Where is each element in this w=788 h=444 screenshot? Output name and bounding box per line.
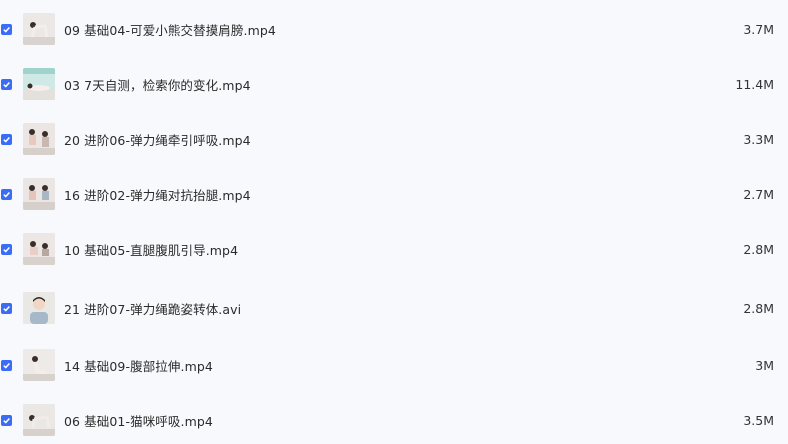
exercise-thumbnail-icon	[23, 68, 55, 100]
checkmark-icon	[3, 246, 10, 253]
file-row[interactable]: 03 7天自测，检索你的变化.mp4 11.4M	[0, 64, 788, 104]
checkmark-icon	[3, 26, 10, 33]
file-name: 03 7天自测，检索你的变化.mp4	[64, 77, 251, 93]
exercise-thumbnail-icon	[23, 404, 55, 436]
file-row[interactable]: 21 进阶07-弹力绳跪姿转体.avi 2.8M	[0, 288, 788, 328]
exercise-thumbnail-icon	[23, 349, 55, 381]
file-row[interactable]: 14 基础09-腹部拉伸.mp4 3M	[0, 345, 788, 385]
checkmark-icon	[3, 136, 10, 143]
file-row[interactable]: 10 基础05-直腿腹肌引导.mp4 2.8M	[0, 229, 788, 269]
exercise-thumbnail-icon	[23, 178, 55, 210]
file-row[interactable]: 06 基础01-猫咪呼吸.mp4 3.5M	[0, 400, 788, 440]
video-thumbnail[interactable]	[23, 233, 55, 265]
file-list: 09 基础04-可爱小熊交替摸肩膀.mp4 3.7M 03 7天自测，检索你的变…	[0, 0, 788, 444]
file-size: 2.8M	[743, 241, 774, 257]
exercise-thumbnail-icon	[23, 123, 55, 155]
video-thumbnail[interactable]	[23, 13, 55, 45]
file-size: 2.7M	[743, 186, 774, 202]
checkbox[interactable]	[1, 188, 12, 200]
file-name: 20 进阶06-弹力绳牵引呼吸.mp4	[64, 132, 251, 148]
file-size: 3.5M	[743, 412, 774, 428]
file-size: 11.4M	[735, 76, 774, 92]
checkbox[interactable]	[1, 414, 12, 426]
checkmark-icon	[3, 191, 10, 198]
checkbox[interactable]	[1, 243, 12, 255]
checkmark-icon	[3, 81, 10, 88]
checkbox[interactable]	[1, 133, 12, 145]
checkmark-icon	[3, 417, 10, 424]
file-name: 09 基础04-可爱小熊交替摸肩膀.mp4	[64, 22, 276, 38]
file-name: 14 基础09-腹部拉伸.mp4	[64, 358, 213, 374]
exercise-thumbnail-icon	[23, 13, 55, 45]
exercise-thumbnail-icon	[23, 233, 55, 265]
file-name: 06 基础01-猫咪呼吸.mp4	[64, 413, 213, 429]
file-size: 3M	[755, 357, 774, 373]
file-name: 16 进阶02-弹力绳对抗抬腿.mp4	[64, 187, 251, 203]
video-thumbnail[interactable]	[23, 404, 55, 436]
file-size: 2.8M	[743, 300, 774, 316]
file-name: 21 进阶07-弹力绳跪姿转体.avi	[64, 301, 242, 317]
file-size: 3.7M	[743, 21, 774, 37]
video-thumbnail[interactable]	[23, 178, 55, 210]
checkbox[interactable]	[1, 23, 12, 35]
video-thumbnail[interactable]	[23, 123, 55, 155]
checkbox[interactable]	[1, 78, 12, 90]
checkbox[interactable]	[1, 359, 12, 371]
checkmark-icon	[3, 362, 10, 369]
video-thumbnail[interactable]	[23, 68, 55, 100]
file-size: 3.3M	[743, 131, 774, 147]
video-thumbnail[interactable]	[23, 349, 55, 381]
file-row[interactable]: 20 进阶06-弹力绳牵引呼吸.mp4 3.3M	[0, 119, 788, 159]
file-name: 10 基础05-直腿腹肌引导.mp4	[64, 242, 239, 258]
video-thumbnail[interactable]	[23, 292, 55, 324]
checkmark-icon	[3, 305, 10, 312]
checkbox[interactable]	[1, 302, 12, 314]
file-row[interactable]: 09 基础04-可爱小熊交替摸肩膀.mp4 3.7M	[0, 9, 788, 49]
instructor-thumbnail-icon	[23, 292, 55, 324]
file-row[interactable]: 16 进阶02-弹力绳对抗抬腿.mp4 2.7M	[0, 174, 788, 214]
